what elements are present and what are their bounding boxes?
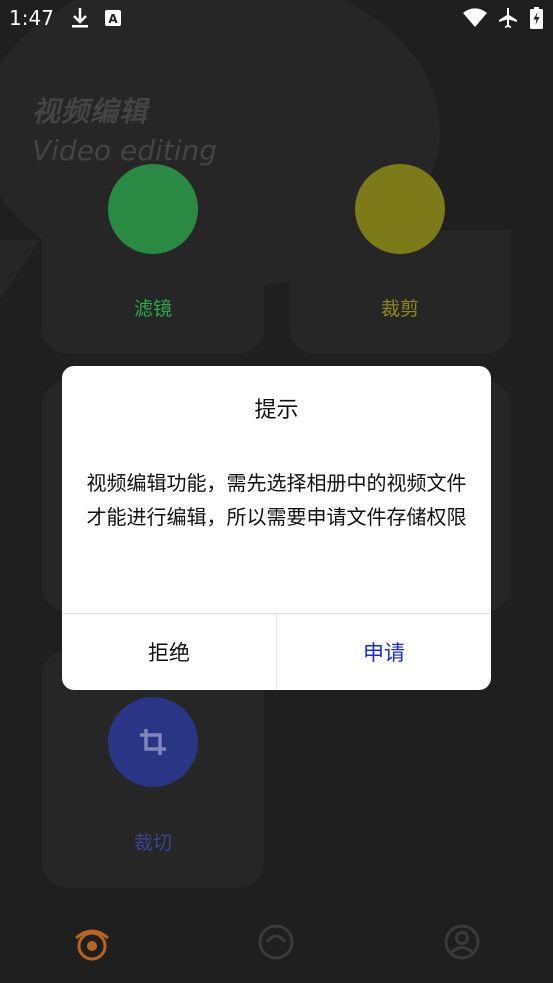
- dialog-message: 视频编辑功能，需先选择相册中的视频文件才能进行编辑，所以需要申请文件存储权限: [86, 471, 467, 529]
- face-icon[interactable]: [256, 922, 296, 966]
- crop-card-circle: [355, 164, 445, 254]
- request-button[interactable]: 申请: [277, 614, 491, 690]
- crop-icon: [139, 728, 167, 760]
- profile-icon[interactable]: [442, 922, 482, 966]
- status-bar: 1:47 A: [0, 0, 553, 38]
- deny-button[interactable]: 拒绝: [62, 614, 276, 690]
- battery-charging-icon: [530, 7, 543, 33]
- dialog-title: 提示: [254, 398, 299, 423]
- svg-text:A: A: [108, 12, 118, 26]
- wifi-icon: [462, 8, 488, 32]
- font-app-icon: A: [104, 9, 122, 31]
- filter-card-circle: [108, 164, 198, 254]
- cut-card-circle: [108, 697, 198, 787]
- crop-card-label: 裁剪: [380, 298, 419, 320]
- decorative-shape: [0, 240, 40, 300]
- page-title: 视频编辑: [32, 95, 149, 128]
- crop-card[interactable]: 裁剪: [289, 164, 511, 354]
- status-time: 1:47: [9, 6, 54, 30]
- camera-eye-icon[interactable]: [72, 922, 112, 966]
- airplane-icon: [496, 6, 520, 34]
- filter-card[interactable]: 滤镜: [42, 164, 264, 354]
- download-icon: [70, 6, 90, 34]
- page-subtitle: Video editing: [32, 134, 218, 167]
- permission-dialog: 提示 视频编辑功能，需先选择相册中的视频文件才能进行编辑，所以需要申请文件存储权…: [62, 366, 491, 690]
- cut-card-label: 裁切: [133, 832, 172, 854]
- filter-card-label: 滤镜: [133, 298, 172, 320]
